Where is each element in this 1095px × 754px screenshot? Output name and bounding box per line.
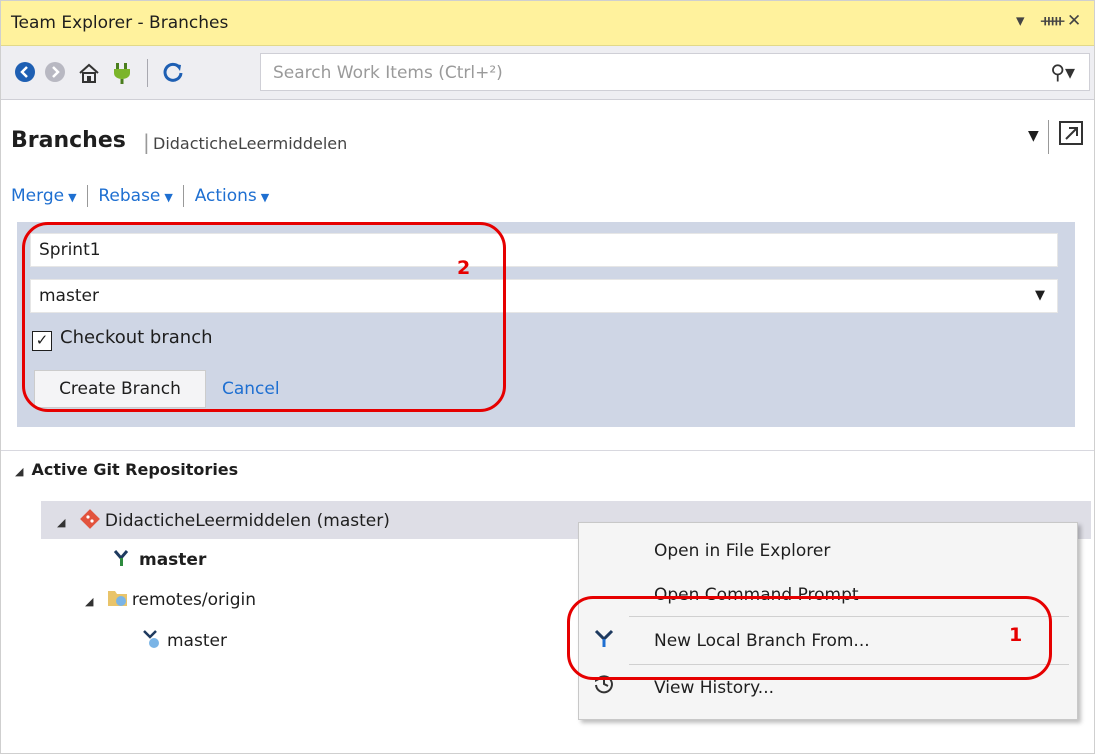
connect-icon[interactable] [110, 61, 134, 85]
remote-origin-folder[interactable]: ◢ remotes/origin [85, 588, 256, 610]
rebase-label: Rebase [98, 186, 161, 206]
remote-branch-master[interactable]: master [141, 628, 227, 651]
back-icon[interactable] [13, 61, 37, 85]
menu-item-view-history[interactable]: View History... [654, 678, 774, 698]
annotation-box-1 [567, 596, 1052, 680]
refresh-icon[interactable] [161, 61, 185, 85]
repo-node[interactable]: ◢ DidacticheLeermiddelen (master) [57, 508, 390, 531]
title-bar: Team Explorer - Branches ▾ ᚔ ✕ [1, 1, 1094, 46]
expand-arrow-icon[interactable]: ◢ [57, 516, 65, 529]
remote-branch-icon [143, 630, 159, 648]
forward-icon[interactable] [43, 61, 67, 85]
search-input[interactable] [271, 62, 1035, 84]
actions-label: Actions [194, 186, 257, 206]
remote-folder-icon [107, 591, 127, 606]
window-title: Team Explorer - Branches [11, 13, 229, 33]
title-separator: | [143, 130, 150, 154]
repository-name: DidacticheLeermiddelen [153, 134, 348, 153]
search-icon[interactable]: ⚲▾ [1050, 60, 1075, 84]
section-label: Active Git Repositories [31, 460, 239, 479]
undock-icon[interactable] [1059, 120, 1083, 152]
merge-menu[interactable]: Merge ▼ [11, 186, 77, 206]
toolbar-separator [147, 59, 148, 87]
chevron-down-icon[interactable]: ▼ [1035, 288, 1045, 303]
chevron-down-icon: ▼ [68, 191, 77, 204]
close-icon[interactable]: ✕ [1067, 11, 1081, 31]
annotation-label-2: 2 [457, 257, 471, 279]
branch-actions-bar: Merge ▼ Rebase ▼ Actions ▼ [11, 185, 269, 207]
link-separator [183, 185, 185, 207]
branch-icon [113, 550, 129, 566]
section-divider [1, 450, 1094, 451]
remote-folder-label: remotes/origin [131, 590, 257, 610]
toolbar: ⚲▾ [1, 46, 1094, 100]
page-title: Branches [11, 128, 126, 153]
remote-branch-label: master [167, 631, 227, 651]
merge-label: Merge [11, 186, 65, 206]
chevron-down-icon: ▼ [260, 191, 270, 204]
local-branch-label: master [139, 550, 207, 570]
annotation-box-2 [22, 222, 506, 412]
menu-item-open-file-explorer[interactable]: Open in File Explorer [654, 541, 830, 561]
git-repo-icon [79, 509, 100, 529]
annotation-label-1: 1 [1009, 624, 1023, 646]
pin-icon[interactable]: ᚔ [1041, 11, 1064, 31]
dropdown-icon[interactable]: ▾ [1016, 11, 1025, 31]
team-explorer-window: Team Explorer - Branches ▾ ᚔ ✕ ⚲▾ Branch… [0, 0, 1095, 754]
header-separator [1048, 120, 1049, 154]
search-work-items-box[interactable]: ⚲▾ [260, 53, 1090, 91]
actions-menu[interactable]: Actions ▼ [195, 186, 270, 206]
repo-label: DidacticheLeermiddelen (master) [104, 511, 390, 531]
page-header: Branches | DidacticheLeermiddelen ▼ [1, 100, 1094, 170]
chevron-down-icon: ▼ [164, 191, 173, 204]
expand-arrow-icon[interactable]: ◢ [85, 595, 93, 608]
rebase-menu[interactable]: Rebase ▼ [98, 186, 173, 206]
page-dropdown-icon[interactable]: ▼ [1028, 128, 1039, 144]
home-icon[interactable] [77, 61, 101, 85]
active-repos-section[interactable]: ◢ Active Git Repositories [15, 460, 238, 479]
expand-arrow-icon[interactable]: ◢ [15, 465, 23, 478]
link-separator [86, 185, 88, 207]
local-branch-master[interactable]: master [111, 548, 206, 570]
